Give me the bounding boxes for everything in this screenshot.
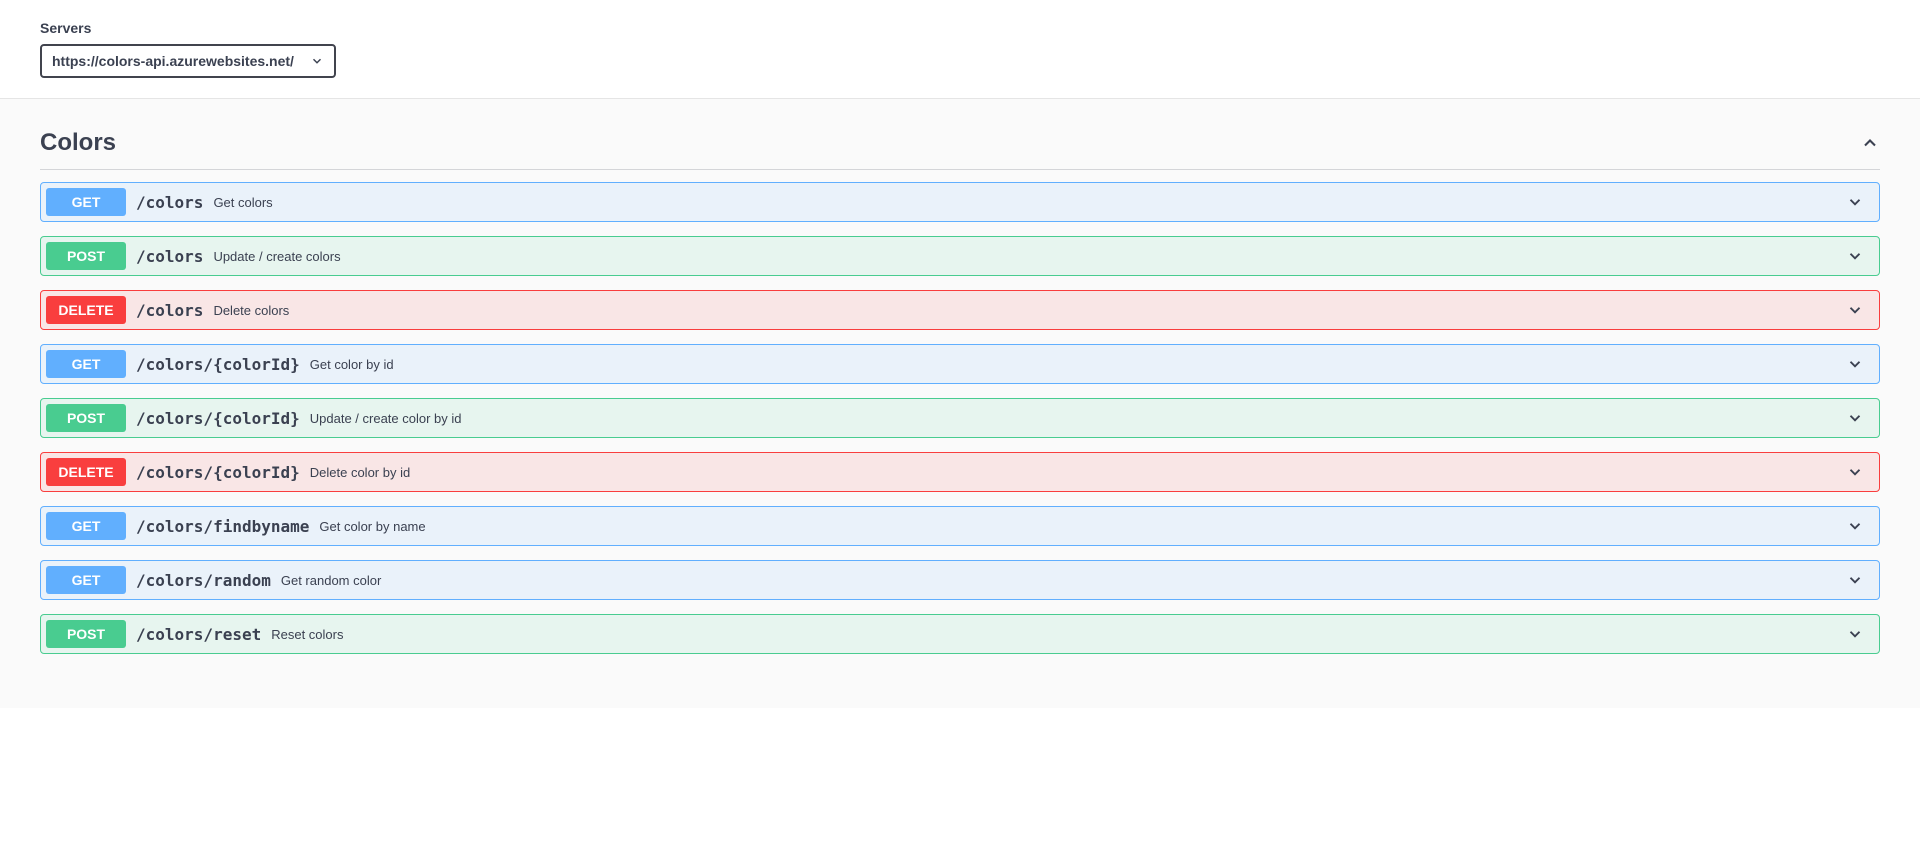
method-badge-get: GET: [46, 350, 126, 378]
operation-row[interactable]: GET /colors Get colors: [40, 182, 1880, 222]
chevron-down-icon: [1836, 193, 1874, 211]
operation-path: /colors/{colorId}: [126, 463, 310, 482]
operation-summary: Update / create color by id: [310, 411, 1836, 426]
operation-summary: Get color by id: [310, 357, 1836, 372]
operation-row[interactable]: POST /colors/reset Reset colors: [40, 614, 1880, 654]
operation-summary: Update / create colors: [213, 249, 1836, 264]
operation-row[interactable]: GET /colors/{colorId} Get color by id: [40, 344, 1880, 384]
operation-path: /colors/{colorId}: [126, 409, 310, 428]
operation-path: /colors/random: [126, 571, 281, 590]
method-badge-get: GET: [46, 512, 126, 540]
chevron-down-icon: [1836, 355, 1874, 373]
method-badge-get: GET: [46, 566, 126, 594]
method-badge-get: GET: [46, 188, 126, 216]
servers-label: Servers: [40, 20, 1880, 36]
chevron-down-icon: [1836, 625, 1874, 643]
operation-summary: Delete colors: [213, 303, 1836, 318]
operation-row[interactable]: GET /colors/findbyname Get color by name: [40, 506, 1880, 546]
chevron-down-icon: [1836, 517, 1874, 535]
chevron-down-icon: [1836, 301, 1874, 319]
method-badge-post: POST: [46, 404, 126, 432]
operation-summary: Get colors: [213, 195, 1836, 210]
tag-title: Colors: [40, 129, 116, 157]
operation-path: /colors: [126, 301, 213, 320]
operation-row[interactable]: POST /colors/{colorId} Update / create c…: [40, 398, 1880, 438]
operation-row[interactable]: DELETE /colors Delete colors: [40, 290, 1880, 330]
chevron-down-icon: [1836, 571, 1874, 589]
operation-path: /colors/{colorId}: [126, 355, 310, 374]
operation-row[interactable]: DELETE /colors/{colorId} Delete color by…: [40, 452, 1880, 492]
operation-row[interactable]: POST /colors Update / create colors: [40, 236, 1880, 276]
operation-summary: Delete color by id: [310, 465, 1836, 480]
operation-path: /colors/reset: [126, 625, 271, 644]
operation-summary: Get random color: [281, 573, 1836, 588]
operation-path: /colors/findbyname: [126, 517, 319, 536]
server-select[interactable]: https://colors-api.azurewebsites.net/: [42, 46, 334, 76]
chevron-down-icon: [1836, 463, 1874, 481]
method-badge-post: POST: [46, 620, 126, 648]
operation-path: /colors: [126, 247, 213, 266]
method-badge-delete: DELETE: [46, 296, 126, 324]
main-content: Colors GET /colors Get colors POST /colo…: [0, 99, 1920, 708]
method-badge-delete: DELETE: [46, 458, 126, 486]
operation-summary: Reset colors: [271, 627, 1836, 642]
operation-row[interactable]: GET /colors/random Get random color: [40, 560, 1880, 600]
chevron-down-icon: [1836, 247, 1874, 265]
chevron-down-icon: [1836, 409, 1874, 427]
tag-header[interactable]: Colors: [40, 119, 1880, 170]
servers-section: Servers https://colors-api.azurewebsites…: [0, 0, 1920, 98]
server-select-wrapper[interactable]: https://colors-api.azurewebsites.net/: [40, 44, 336, 78]
method-badge-post: POST: [46, 242, 126, 270]
chevron-up-icon: [1860, 133, 1880, 153]
operation-summary: Get color by name: [319, 519, 1836, 534]
operation-path: /colors: [126, 193, 213, 212]
